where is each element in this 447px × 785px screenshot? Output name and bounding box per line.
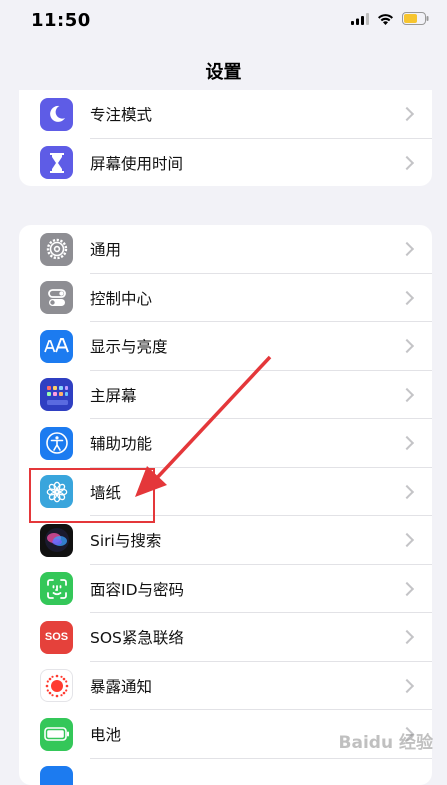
red-arrow-annotation [0,0,447,773]
watermark: Baidu 经验 [339,728,433,753]
